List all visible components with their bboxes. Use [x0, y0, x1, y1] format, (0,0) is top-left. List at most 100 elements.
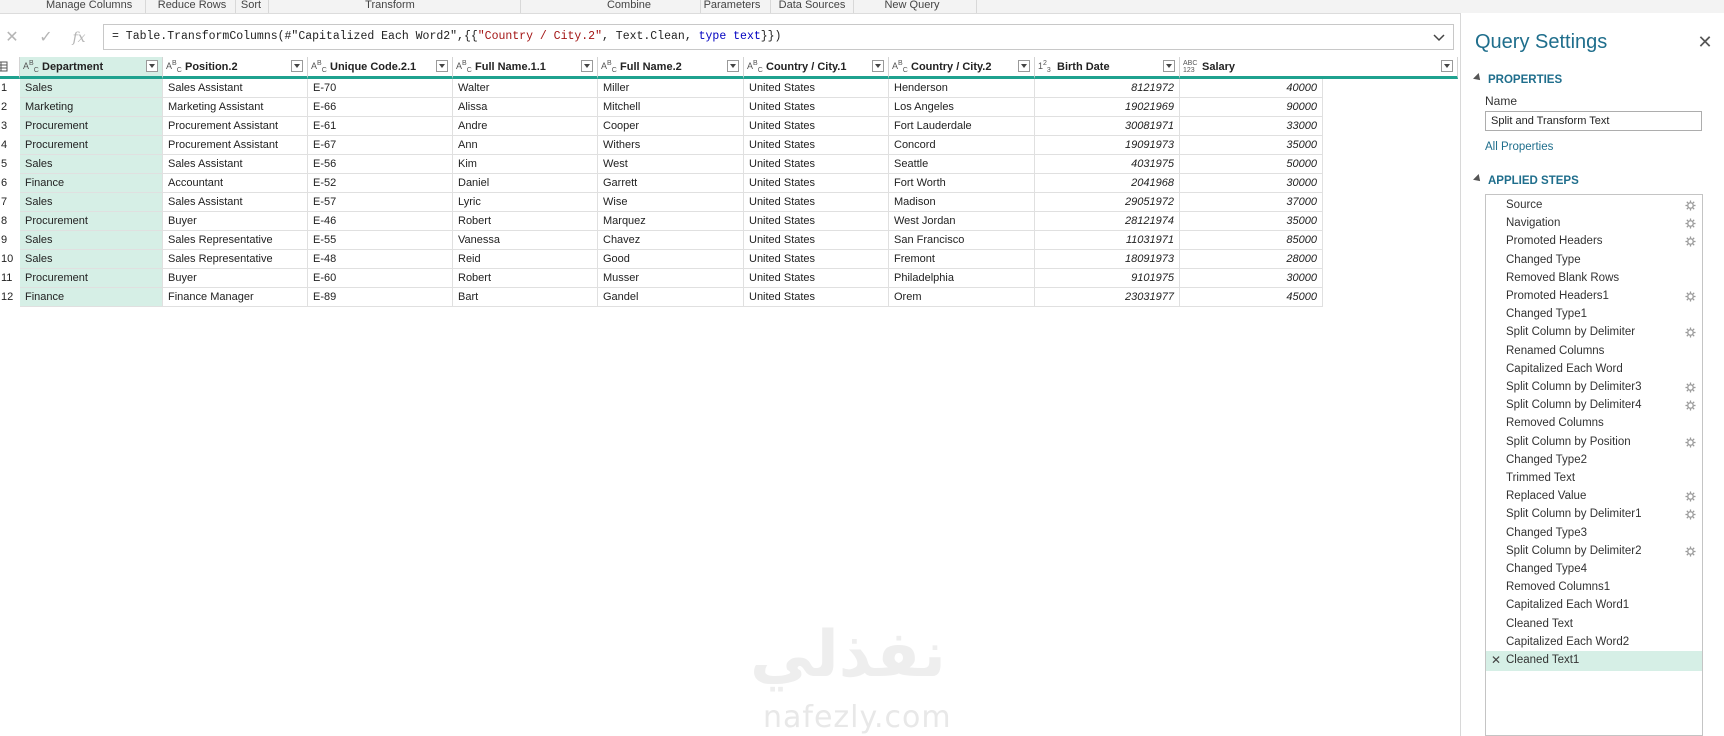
table-cell[interactable]: Sales: [20, 155, 163, 174]
table-cell[interactable]: Buyer: [163, 269, 308, 288]
table-cell[interactable]: Alissa: [453, 98, 598, 117]
table-cell[interactable]: 30000: [1180, 269, 1323, 288]
applied-step[interactable]: Changed Type1: [1486, 305, 1702, 325]
type-abc123-icon[interactable]: ABC 123: [1183, 60, 1197, 74]
table-cell[interactable]: Buyer: [163, 212, 308, 231]
filter-dropdown-icon[interactable]: [436, 60, 448, 72]
table-cell[interactable]: Seattle: [889, 155, 1035, 174]
gear-icon[interactable]: [1685, 491, 1696, 502]
table-row[interactable]: 6 Finance Accountant E-52 Daniel Garrett Unite…: [0, 174, 1458, 193]
table-cell[interactable]: Marketing: [20, 98, 163, 117]
table-cell[interactable]: West Jordan: [889, 212, 1035, 231]
applied-step[interactable]: Removed Blank Rows: [1486, 269, 1702, 289]
table-cell[interactable]: 19091973: [1035, 136, 1180, 155]
table-cell[interactable]: Procurement: [20, 117, 163, 136]
table-cell[interactable]: 8121972: [1035, 79, 1180, 98]
table-cell[interactable]: Sales Assistant: [163, 155, 308, 174]
filter-dropdown-icon[interactable]: [146, 60, 158, 72]
applied-step[interactable]: Navigation: [1486, 214, 1702, 234]
column-header[interactable]: 123 Birth Date: [1035, 57, 1180, 79]
applied-step[interactable]: Split Column by Delimiter2: [1486, 542, 1702, 562]
table-cell[interactable]: Sales: [20, 250, 163, 269]
table-cell[interactable]: United States: [744, 288, 889, 307]
table-cell[interactable]: Finance: [20, 288, 163, 307]
applied-step[interactable]: Split Column by Delimiter1: [1486, 505, 1702, 525]
gear-icon[interactable]: [1685, 200, 1696, 211]
table-row[interactable]: 4 Procurement Procurement Assistant E-67 Ann…: [0, 136, 1458, 155]
table-cell[interactable]: Los Angeles: [889, 98, 1035, 117]
table-cell[interactable]: Ann: [453, 136, 598, 155]
applied-step[interactable]: Split Column by Delimiter: [1486, 323, 1702, 343]
table-cell[interactable]: E-70: [308, 79, 453, 98]
table-cell[interactable]: E-61: [308, 117, 453, 136]
table-menu-button[interactable]: [0, 57, 20, 79]
table-cell[interactable]: Kim: [453, 155, 598, 174]
table-row[interactable]: 10 Sales Sales Representative E-48 Reid Good U…: [0, 250, 1458, 269]
table-cell[interactable]: 85000: [1180, 231, 1323, 250]
gear-icon[interactable]: [1685, 437, 1696, 448]
table-cell[interactable]: United States: [744, 136, 889, 155]
table-cell[interactable]: Accountant: [163, 174, 308, 193]
table-cell[interactable]: 30081971: [1035, 117, 1180, 136]
filter-dropdown-icon[interactable]: [1018, 60, 1030, 72]
filter-dropdown-icon[interactable]: [872, 60, 884, 72]
table-cell[interactable]: E-67: [308, 136, 453, 155]
check-icon[interactable]: ✓: [34, 27, 58, 49]
column-header[interactable]: ABC Country / City.1: [744, 57, 889, 79]
gear-icon[interactable]: [1685, 218, 1696, 229]
table-cell[interactable]: United States: [744, 79, 889, 98]
table-cell[interactable]: Sales Assistant: [163, 79, 308, 98]
table-cell[interactable]: 23031977: [1035, 288, 1180, 307]
table-cell[interactable]: Procurement: [20, 136, 163, 155]
table-cell[interactable]: Sales Assistant: [163, 193, 308, 212]
table-row[interactable]: 3 Procurement Procurement Assistant E-61 And…: [0, 117, 1458, 136]
table-row[interactable]: 9 Sales Sales Representative E-55 Vanessa Cha…: [0, 231, 1458, 250]
table-cell[interactable]: Madison: [889, 193, 1035, 212]
delete-step-icon[interactable]: ✕: [1491, 653, 1501, 667]
applied-step[interactable]: Removed Columns1: [1486, 578, 1702, 598]
table-cell[interactable]: Cooper: [598, 117, 744, 136]
table-cell[interactable]: West: [598, 155, 744, 174]
table-cell[interactable]: Withers: [598, 136, 744, 155]
filter-dropdown-icon[interactable]: [1441, 60, 1453, 72]
column-header[interactable]: ABC Unique Code.2.1: [308, 57, 453, 79]
table-cell[interactable]: 35000: [1180, 212, 1323, 231]
applied-step[interactable]: Changed Type4: [1486, 560, 1702, 580]
table-cell[interactable]: 45000: [1180, 288, 1323, 307]
table-cell[interactable]: 2041968: [1035, 174, 1180, 193]
table-cell[interactable]: Sales Representative: [163, 250, 308, 269]
gear-icon[interactable]: [1685, 509, 1696, 520]
gear-icon[interactable]: [1685, 236, 1696, 247]
table-cell[interactable]: Musser: [598, 269, 744, 288]
table-cell[interactable]: 35000: [1180, 136, 1323, 155]
properties-section-header[interactable]: PROPERTIES: [1473, 73, 1562, 86]
type-abc-icon[interactable]: ABC: [456, 60, 472, 74]
table-cell[interactable]: Mitchell: [598, 98, 744, 117]
table-cell[interactable]: Sales Representative: [163, 231, 308, 250]
table-cell[interactable]: 37000: [1180, 193, 1323, 212]
table-cell[interactable]: 9101975: [1035, 269, 1180, 288]
gear-icon[interactable]: [1685, 327, 1696, 338]
fx-icon[interactable]: fx: [67, 27, 91, 49]
table-cell[interactable]: Robert: [453, 212, 598, 231]
table-cell[interactable]: Procurement Assistant: [163, 136, 308, 155]
applied-step[interactable]: Cleaned Text: [1486, 615, 1702, 635]
table-row[interactable]: 8 Procurement Buyer E-46 Robert Marquez United…: [0, 212, 1458, 231]
table-cell[interactable]: Good: [598, 250, 744, 269]
applied-step[interactable]: Changed Type2: [1486, 451, 1702, 471]
table-cell[interactable]: E-66: [308, 98, 453, 117]
table-cell[interactable]: Sales: [20, 231, 163, 250]
applied-step[interactable]: Split Column by Delimiter4: [1486, 396, 1702, 416]
type-abc-icon[interactable]: ABC: [892, 60, 908, 74]
table-cell[interactable]: Fremont: [889, 250, 1035, 269]
formula-input[interactable]: = Table.TransformColumns(#"Capitalized E…: [103, 24, 1454, 50]
table-cell[interactable]: Andre: [453, 117, 598, 136]
table-cell[interactable]: Chavez: [598, 231, 744, 250]
table-cell[interactable]: 4031975: [1035, 155, 1180, 174]
table-cell[interactable]: 33000: [1180, 117, 1323, 136]
filter-dropdown-icon[interactable]: [291, 60, 303, 72]
table-row[interactable]: 11 Procurement Buyer E-60 Robert Musser United…: [0, 269, 1458, 288]
table-cell[interactable]: United States: [744, 231, 889, 250]
table-cell[interactable]: United States: [744, 117, 889, 136]
applied-step[interactable]: Promoted Headers: [1486, 232, 1702, 252]
